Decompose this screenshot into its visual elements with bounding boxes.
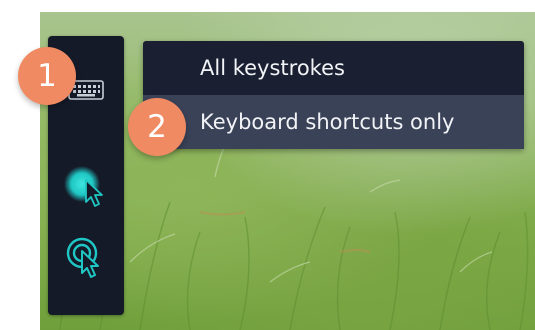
- keystrokes-dropdown-menu: All keystrokes Keyboard shortcuts only: [143, 41, 524, 149]
- callout-badge-step-1: 1: [18, 47, 76, 105]
- cursor-highlight-icon: [60, 164, 112, 210]
- menu-item-all-keystrokes[interactable]: All keystrokes: [143, 41, 524, 95]
- callout-badge-step-2: 2: [128, 98, 186, 156]
- click-cursor-icon: [64, 235, 108, 279]
- menu-item-keyboard-shortcuts-only[interactable]: Keyboard shortcuts only: [143, 95, 524, 149]
- click-effects-tool-button[interactable]: [60, 234, 112, 280]
- cursor-highlight-tool-button[interactable]: [60, 164, 112, 210]
